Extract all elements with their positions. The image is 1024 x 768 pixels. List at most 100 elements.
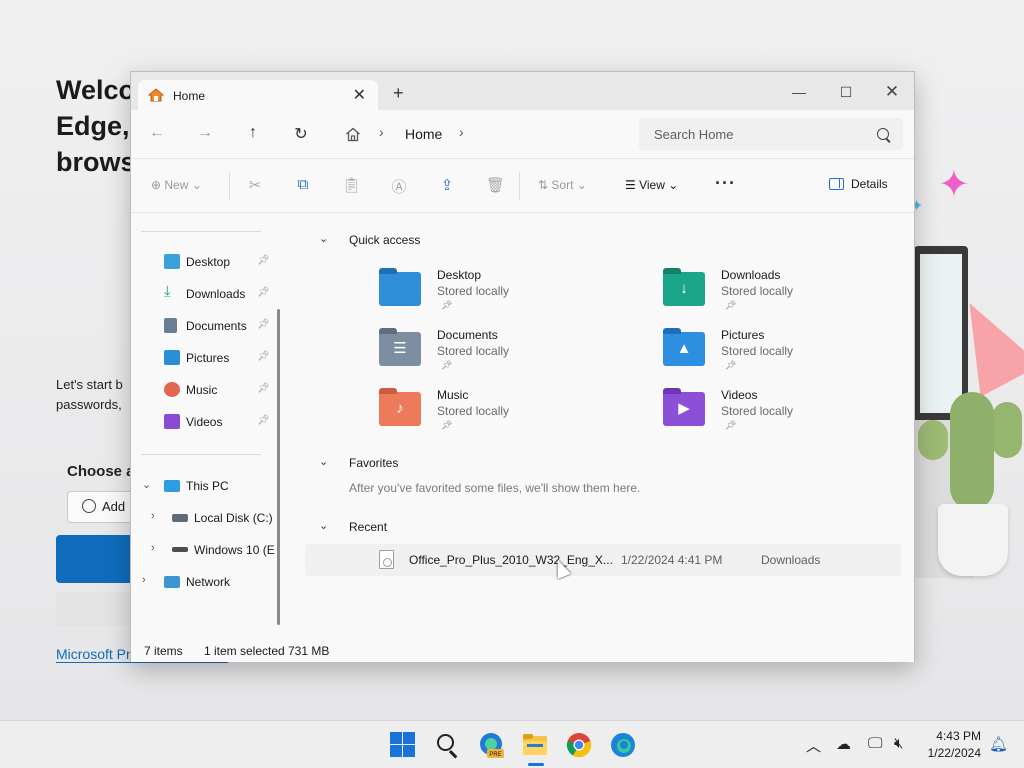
quick-access-pictures[interactable]: ▲ Pictures Stored locally 📌︎ (663, 328, 923, 380)
sidebar-item-downloads[interactable]: ⤓ Downloads 📌︎ (131, 280, 271, 308)
home-icon (148, 88, 164, 102)
address-bar[interactable]: › Home › (333, 118, 629, 150)
search-input[interactable]: Search Home (639, 118, 903, 150)
videos-icon (164, 414, 180, 429)
pin-icon: 📌︎ (257, 351, 270, 362)
downloads-folder-icon: ↓ (663, 268, 705, 306)
cut-icon[interactable]: ✂ (246, 176, 264, 194)
edge-primary-button[interactable] (56, 535, 132, 583)
breadcrumb-chevron-icon[interactable]: › (459, 124, 464, 140)
share-icon[interactable]: ⇪ (438, 176, 456, 194)
pin-icon: 📌︎ (441, 420, 453, 430)
breadcrumb-home[interactable]: Home (405, 126, 442, 142)
edge-preview-icon[interactable]: PRE (477, 731, 505, 759)
command-bar: ⊕ New ⌄ ✂ ⧉ 📋︎ Ⓐ ⇪ 🗑︎ ⇅ Sort ⌄ ☰ View ⌄ … (131, 158, 914, 213)
cloud-offline-icon[interactable]: ☁︎ (836, 735, 851, 753)
paste-icon[interactable]: 📋︎ (342, 176, 361, 194)
chevron-down-icon[interactable]: ⌄ (142, 478, 151, 491)
music-folder-icon: ♪ (379, 388, 421, 426)
sidebar-item-windows10[interactable]: › Windows 10 (E (131, 536, 275, 564)
sidebar-item-this-pc[interactable]: ⌄ This PC (131, 472, 271, 500)
quick-access-header[interactable]: ⌄ Quick access (319, 233, 420, 247)
refresh-icon[interactable]: ↻ (291, 124, 311, 144)
chevron-right-icon[interactable]: › (151, 510, 155, 522)
favorites-empty-message: After you've favorited some files, we'll… (349, 481, 641, 495)
recent-file-name: Office_Pro_Plus_2010_W32_Eng_X... (409, 553, 613, 567)
favorites-header[interactable]: ⌄ Favorites (319, 456, 398, 470)
status-bar: 7 items 1 item selected 731 MB (131, 638, 914, 662)
quick-access-desktop[interactable]: Desktop Stored locally 📌︎ (379, 268, 639, 320)
sort-button[interactable]: ⇅ Sort ⌄ (538, 178, 587, 192)
rename-icon[interactable]: Ⓐ (390, 176, 408, 197)
new-tab-button[interactable]: + (393, 84, 404, 102)
sidebar-item-videos[interactable]: Videos 📌︎ (131, 408, 271, 436)
edge-add-profile-button[interactable]: Add (67, 491, 137, 523)
edge-icon[interactable] (609, 731, 637, 759)
start-button[interactable] (389, 731, 417, 759)
chevron-down-icon: ⌄ (319, 456, 329, 468)
view-button[interactable]: ☰ View ⌄ (625, 178, 678, 192)
quick-access-videos[interactable]: ▶ Videos Stored locally 📌︎ (663, 388, 923, 440)
desktop-folder-icon (379, 268, 421, 306)
delete-icon[interactable]: 🗑︎ (486, 176, 505, 194)
search-icon (877, 128, 889, 140)
details-pane-button[interactable]: Details (829, 177, 888, 191)
clock-time[interactable]: 4:43 PM (935, 729, 981, 743)
pictures-icon (164, 350, 180, 365)
edge-pre-badge: PRE (489, 752, 501, 758)
pin-icon: 📌︎ (725, 360, 737, 370)
selection-size: 731 MB (288, 644, 330, 658)
file-explorer-taskbar-icon[interactable] (521, 731, 549, 759)
search-placeholder: Search Home (654, 127, 734, 142)
minimize-button[interactable]: — (776, 78, 822, 106)
maximize-button[interactable]: ☐ (823, 78, 869, 106)
pin-icon: 📌︎ (257, 383, 270, 394)
up-arrow-icon[interactable]: ↑ (243, 124, 263, 142)
tab-close-icon[interactable]: ✕ (353, 85, 366, 105)
sidebar-item-desktop[interactable]: Desktop 📌︎ (131, 248, 271, 276)
chrome-icon[interactable] (565, 731, 593, 759)
quick-access-documents[interactable]: ☰ Documents Stored locally 📌︎ (379, 328, 639, 380)
volume-muted-icon[interactable]: 🔇︎ (894, 735, 903, 752)
command-divider (229, 172, 230, 200)
recent-header[interactable]: ⌄ Recent (319, 520, 387, 534)
chevron-up-icon[interactable]: ︿ (806, 735, 821, 756)
back-arrow-icon[interactable]: ← (147, 124, 167, 142)
download-arrow-icon: ⤓ (164, 283, 171, 300)
pin-icon: 📌︎ (257, 255, 270, 266)
tab-home[interactable]: Home ✕ (138, 80, 378, 111)
sidebar-item-documents[interactable]: Documents 📌︎ (131, 312, 271, 340)
recent-file-date: 1/22/2024 4:41 PM (621, 553, 723, 567)
more-options-icon[interactable]: ··· (715, 173, 736, 194)
close-window-button[interactable]: ✕ (869, 78, 915, 106)
selection-count: 1 item selected (204, 644, 285, 658)
copy-icon[interactable]: ⧉ (294, 176, 312, 193)
forward-arrow-icon[interactable]: → (195, 124, 215, 142)
sidebar-item-pictures[interactable]: Pictures 📌︎ (131, 344, 271, 372)
sidebar-scrollbar[interactable] (277, 309, 280, 625)
file-content-pane: ⌄ Quick access Desktop Stored locally 📌︎… (287, 213, 914, 638)
notification-bell-icon[interactable]: 🔔︎ (989, 735, 1008, 753)
cactus-illustration (950, 392, 994, 510)
clock-date[interactable]: 1/22/2024 (923, 746, 981, 760)
sidebar-item-network[interactable]: › Network (131, 568, 271, 596)
new-button[interactable]: ⊕ New ⌄ (151, 178, 202, 192)
quick-access-downloads[interactable]: ↓ Downloads Stored locally 📌︎ (663, 268, 923, 320)
chevron-right-icon[interactable]: › (151, 542, 155, 554)
home-outline-icon (346, 127, 360, 142)
active-app-indicator (528, 763, 544, 766)
tab-label: Home (173, 89, 206, 103)
quick-access-music[interactable]: ♪ Music Stored locally 📌︎ (379, 388, 639, 440)
recent-file-row[interactable]: Office_Pro_Plus_2010_W32_Eng_X... 1/22/2… (305, 544, 901, 576)
network-status-icon[interactable]: 🖵︎ (868, 735, 882, 752)
edge-secondary-button[interactable] (56, 592, 132, 626)
sidebar-item-local-disk[interactable]: › Local Disk (C:) (131, 504, 273, 532)
recent-file-location: Downloads (761, 553, 821, 567)
sidebar-item-music[interactable]: Music 📌︎ (131, 376, 271, 404)
chevron-right-icon[interactable]: › (142, 574, 146, 586)
pin-icon: 📌︎ (257, 319, 270, 330)
taskbar-search-icon[interactable] (433, 731, 461, 759)
cactus-illustration-right (992, 402, 1022, 458)
sidebar-divider (141, 231, 261, 232)
navigation-pane: Desktop 📌︎ ⤓ Downloads 📌︎ Documents 📌︎ P… (131, 213, 287, 638)
